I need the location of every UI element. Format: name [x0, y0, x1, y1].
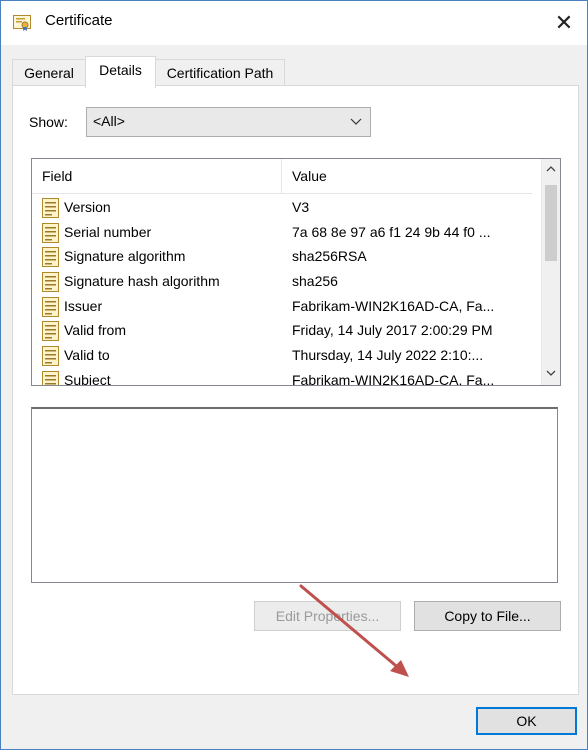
window-title: Certificate [45, 12, 113, 29]
field-value: Friday, 14 July 2017 2:00:29 PM [292, 322, 493, 339]
show-dropdown-value: <All> [93, 113, 125, 129]
field-icon [42, 198, 59, 218]
tab-details[interactable]: Details [85, 56, 156, 88]
field-name: Valid to [64, 347, 110, 364]
field-icon [42, 296, 59, 317]
chevron-down-icon [350, 111, 362, 134]
list-item[interactable]: Valid from Friday, 14 July 2017 2:00:29 P… [32, 319, 532, 344]
field-value: Thursday, 14 July 2022 2:10:... [292, 347, 484, 364]
field-name: Signature hash algorithm [64, 273, 220, 290]
field-icon [42, 247, 59, 268]
scrollbar-thumb[interactable] [545, 185, 557, 261]
field-value: Fabrikam-WIN2K16AD-CA, Fa... [292, 371, 495, 386]
field-icon [42, 370, 59, 385]
list-item[interactable]: Subject Fabrikam-WIN2K16AD-CA, Fa... [32, 369, 532, 386]
annotation-arrow-icon [299, 584, 409, 677]
field-name: Issuer [64, 297, 103, 314]
certificate-icon [13, 15, 31, 31]
field-icon [42, 321, 59, 342]
field-value: V3 [292, 199, 310, 215]
list-header: Field Value [32, 159, 532, 194]
scroll-down-icon[interactable] [542, 363, 560, 385]
field-icon [42, 222, 59, 243]
scroll-up-icon[interactable] [542, 159, 560, 181]
list-item[interactable]: Valid to Thursday, 14 July 2022 2:10:... [32, 344, 532, 369]
field-name: Version [64, 199, 111, 215]
field-name: Serial number [64, 223, 152, 240]
close-button[interactable]: ✕ [541, 1, 587, 45]
column-header-value[interactable]: Value [282, 159, 532, 193]
vertical-scrollbar[interactable] [541, 159, 560, 385]
details-panel: Show: <All> Field Value Version V3 Serial … [12, 85, 579, 695]
field-name: Subject [64, 371, 111, 386]
title-bar: Certificate ✕ [1, 1, 587, 45]
column-header-field[interactable]: Field [32, 159, 282, 193]
copy-to-file-button[interactable]: Copy to File... [414, 601, 561, 631]
field-name: Signature algorithm [64, 248, 186, 265]
list-item[interactable]: Signature hash algorithm sha256 [32, 270, 532, 295]
list-item[interactable]: Serial number 7a 68 8e 97 a6 f1 24 9b 44 … [32, 221, 532, 246]
field-value: sha256 [292, 273, 338, 290]
field-value: Fabrikam-WIN2K16AD-CA, Fa... [292, 297, 495, 314]
ok-button[interactable]: OK [476, 707, 577, 735]
list-item[interactable]: Issuer Fabrikam-WIN2K16AD-CA, Fa... [32, 295, 532, 320]
show-dropdown[interactable]: <All> [86, 107, 371, 137]
field-value: sha256RSA [292, 248, 367, 265]
tab-general[interactable]: General [12, 59, 86, 86]
close-icon: ✕ [554, 10, 574, 35]
field-icon [42, 272, 59, 293]
field-name: Valid from [64, 322, 126, 339]
list-item[interactable]: Version V3 [32, 196, 532, 221]
show-label: Show: [29, 114, 68, 130]
list-item[interactable]: Signature algorithm sha256RSA [32, 245, 532, 270]
field-value: 7a 68 8e 97 a6 f1 24 9b 44 f0 ... [292, 223, 491, 240]
tab-certification-path[interactable]: Certification Path [155, 59, 285, 86]
certificate-dialog: Certificate ✕ General Details Certificat… [0, 0, 588, 750]
field-icon [42, 346, 59, 367]
field-list[interactable]: Field Value Version V3 Serial number 7a 68 … [31, 158, 561, 386]
list-rows: Version V3 Serial number 7a 68 8e 97 a6 f1 … [32, 196, 532, 386]
field-detail-box[interactable] [31, 407, 558, 583]
